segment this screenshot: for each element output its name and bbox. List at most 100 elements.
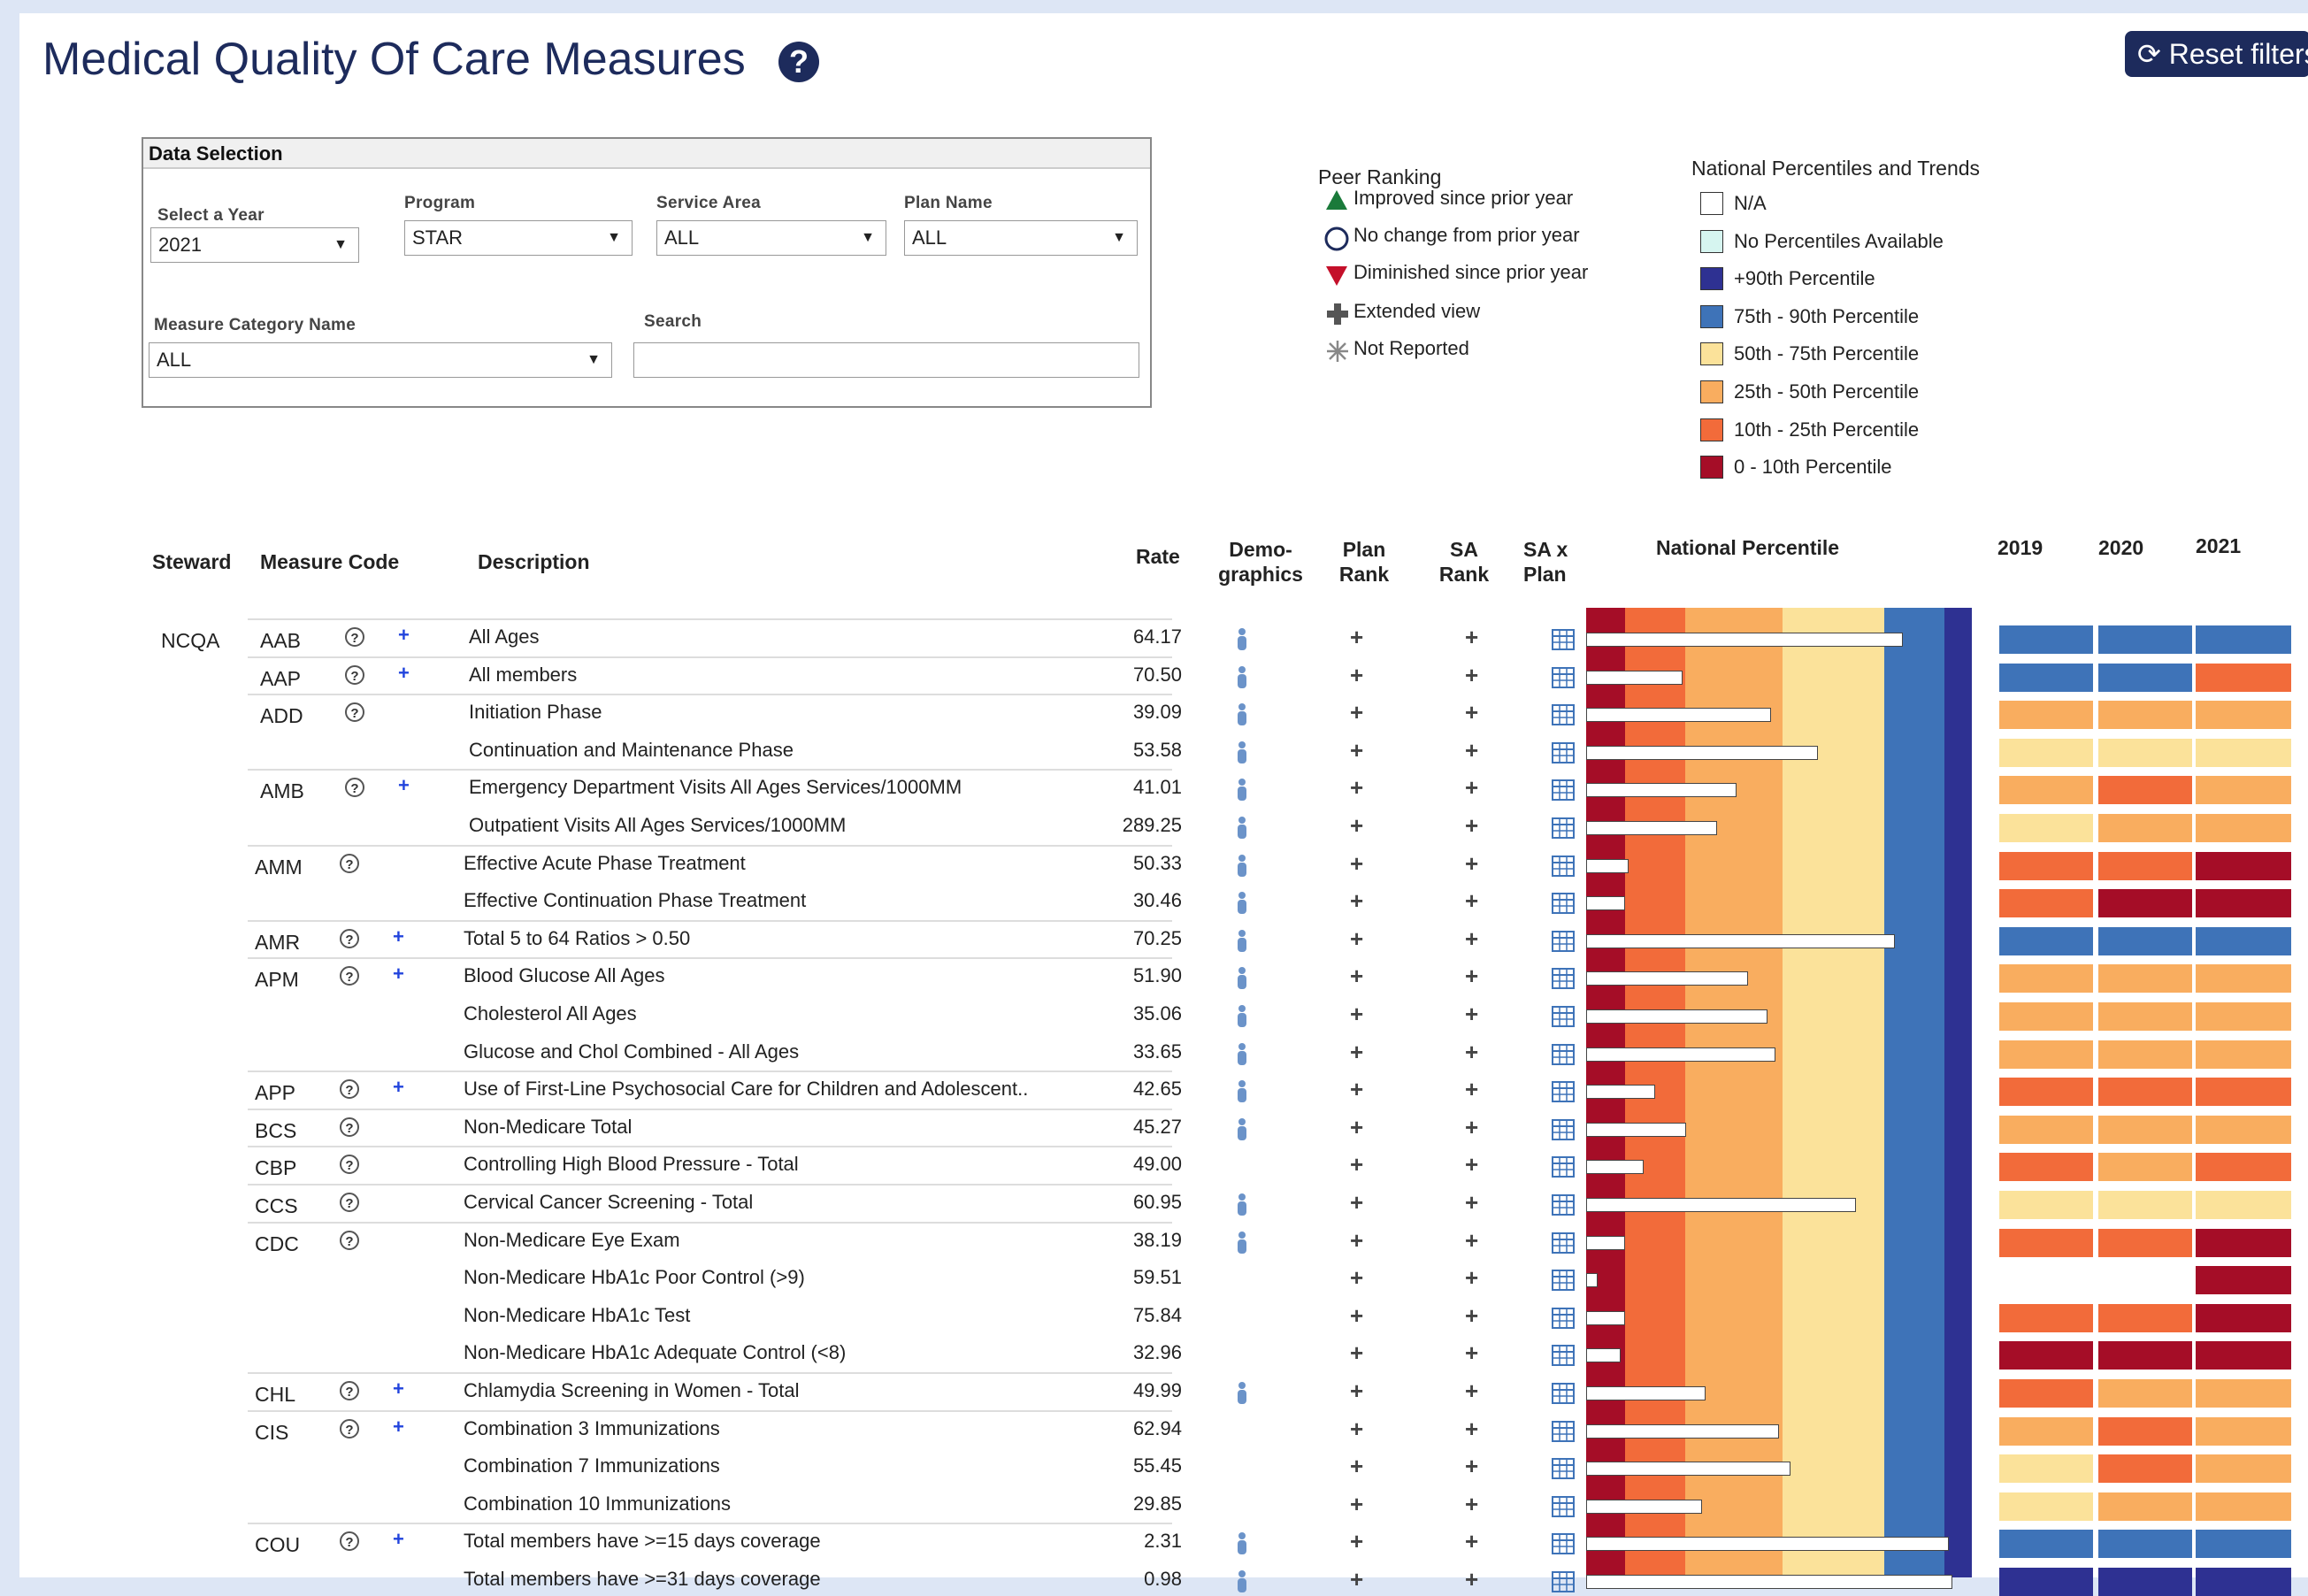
demographics-person-icon[interactable] [1235,966,1249,991]
col-sa-rank[interactable]: SA Rank [1433,537,1495,587]
question-icon[interactable]: ? [345,627,364,647]
sa-rank-plus-icon[interactable]: + [1465,1151,1478,1178]
question-icon[interactable]: ? [345,778,364,798]
measure-code[interactable]: CIS [255,1421,288,1445]
sa-rank-plus-icon[interactable]: + [1465,774,1478,802]
col-demographics[interactable]: Demo- graphics [1212,537,1309,587]
measure-code[interactable]: AMB [260,779,304,803]
plan-rank-plus-icon[interactable]: + [1350,963,1363,990]
col-2021[interactable]: 2021 [2196,533,2241,558]
sa-rank-plus-icon[interactable]: + [1465,963,1478,990]
question-icon[interactable]: ? [345,702,364,723]
question-icon[interactable]: ? [340,853,359,873]
grid-table-icon[interactable] [1552,893,1575,915]
col-plan-rank[interactable]: Plan Rank [1329,537,1399,587]
demographics-person-icon[interactable] [1235,816,1249,840]
sa-rank-plus-icon[interactable]: + [1465,1001,1478,1028]
reset-filters-button[interactable]: ⟳ Reset filters [2125,31,2308,77]
demographics-person-icon[interactable] [1235,1193,1249,1217]
col-2019[interactable]: 2019 [1997,535,2043,560]
demographics-person-icon[interactable] [1235,891,1249,916]
expand-plus-icon[interactable]: + [393,963,404,986]
sa-rank-plus-icon[interactable]: + [1465,662,1478,689]
measure-category-select[interactable]: ALL ▼ [149,342,612,378]
sa-rank-plus-icon[interactable]: + [1465,1453,1478,1480]
expand-plus-icon[interactable]: + [393,1528,404,1551]
sa-rank-plus-icon[interactable]: + [1465,1189,1478,1216]
demographics-person-icon[interactable] [1235,702,1249,727]
plan-rank-plus-icon[interactable]: + [1350,774,1363,802]
measure-code[interactable]: AAP [260,667,301,691]
col-sa-x-plan[interactable]: SA x Plan [1523,537,1568,587]
plan-name-select[interactable]: ALL ▼ [904,220,1138,256]
expand-plus-icon[interactable]: + [398,662,410,685]
measure-code[interactable]: BCS [255,1119,296,1143]
demographics-person-icon[interactable] [1235,1042,1249,1067]
demographics-person-icon[interactable] [1235,1569,1249,1594]
measure-code[interactable]: CDC [255,1232,299,1256]
expand-plus-icon[interactable]: + [393,1377,404,1400]
demographics-person-icon[interactable] [1235,1231,1249,1255]
grid-table-icon[interactable] [1552,1006,1575,1027]
demographics-person-icon[interactable] [1235,740,1249,765]
sa-rank-plus-icon[interactable]: + [1465,1339,1478,1367]
grid-table-icon[interactable] [1552,1458,1575,1480]
plan-rank-plus-icon[interactable]: + [1350,737,1363,764]
grid-table-icon[interactable] [1552,855,1575,877]
plan-rank-plus-icon[interactable]: + [1350,1227,1363,1255]
measure-code[interactable]: CHL [255,1383,295,1407]
demographics-person-icon[interactable] [1235,665,1249,690]
plan-rank-plus-icon[interactable]: + [1350,1528,1363,1555]
plan-rank-plus-icon[interactable]: + [1350,1491,1363,1518]
grid-table-icon[interactable] [1552,1194,1575,1216]
measure-code[interactable]: CCS [255,1194,298,1218]
col-steward[interactable]: Steward [152,549,231,574]
measure-code[interactable]: APP [255,1081,295,1105]
grid-table-icon[interactable] [1552,1345,1575,1367]
plan-rank-plus-icon[interactable]: + [1350,850,1363,878]
plan-rank-plus-icon[interactable]: + [1350,925,1363,953]
sa-rank-plus-icon[interactable]: + [1465,1528,1478,1555]
grid-table-icon[interactable] [1552,1571,1575,1592]
measure-code[interactable]: ADD [260,704,303,728]
expand-plus-icon[interactable]: + [393,1416,404,1439]
col-measure-code[interactable]: Measure Code [260,549,399,574]
plan-rank-plus-icon[interactable]: + [1350,1453,1363,1480]
plan-rank-plus-icon[interactable]: + [1350,1339,1363,1367]
demographics-person-icon[interactable] [1235,627,1249,652]
sa-rank-plus-icon[interactable]: + [1465,624,1478,651]
plan-rank-plus-icon[interactable]: + [1350,1377,1363,1405]
plan-rank-plus-icon[interactable]: + [1350,1039,1363,1066]
grid-table-icon[interactable] [1552,1533,1575,1555]
program-select[interactable]: STAR ▼ [404,220,633,256]
measure-code[interactable]: AAB [260,629,301,653]
grid-table-icon[interactable] [1552,741,1575,763]
demographics-person-icon[interactable] [1235,1117,1249,1142]
grid-table-icon[interactable] [1552,817,1575,839]
demographics-person-icon[interactable] [1235,778,1249,802]
expand-plus-icon[interactable]: + [393,1076,404,1099]
sa-rank-plus-icon[interactable]: + [1465,1076,1478,1103]
sa-rank-plus-icon[interactable]: + [1465,812,1478,840]
col-2020[interactable]: 2020 [2098,535,2143,560]
plan-rank-plus-icon[interactable]: + [1350,1001,1363,1028]
measure-code[interactable]: CBP [255,1156,296,1180]
grid-table-icon[interactable] [1552,629,1575,650]
plan-rank-plus-icon[interactable]: + [1350,1151,1363,1178]
demographics-person-icon[interactable] [1235,1531,1249,1556]
grid-table-icon[interactable] [1552,1420,1575,1442]
demographics-person-icon[interactable] [1235,854,1249,879]
plan-rank-plus-icon[interactable]: + [1350,1076,1363,1103]
demographics-person-icon[interactable] [1235,1079,1249,1104]
question-icon[interactable]: ? [340,1116,359,1137]
col-description[interactable]: Description [478,549,590,574]
demographics-person-icon[interactable] [1235,1004,1249,1029]
plan-rank-plus-icon[interactable]: + [1350,1416,1363,1443]
measure-code[interactable]: AMM [255,856,303,879]
expand-plus-icon[interactable]: + [398,624,410,647]
plan-rank-plus-icon[interactable]: + [1350,1264,1363,1292]
service-area-select[interactable]: ALL ▼ [656,220,886,256]
col-national-percentile[interactable]: National Percentile [1656,535,1839,560]
grid-table-icon[interactable] [1552,1156,1575,1178]
grid-table-icon[interactable] [1552,779,1575,802]
